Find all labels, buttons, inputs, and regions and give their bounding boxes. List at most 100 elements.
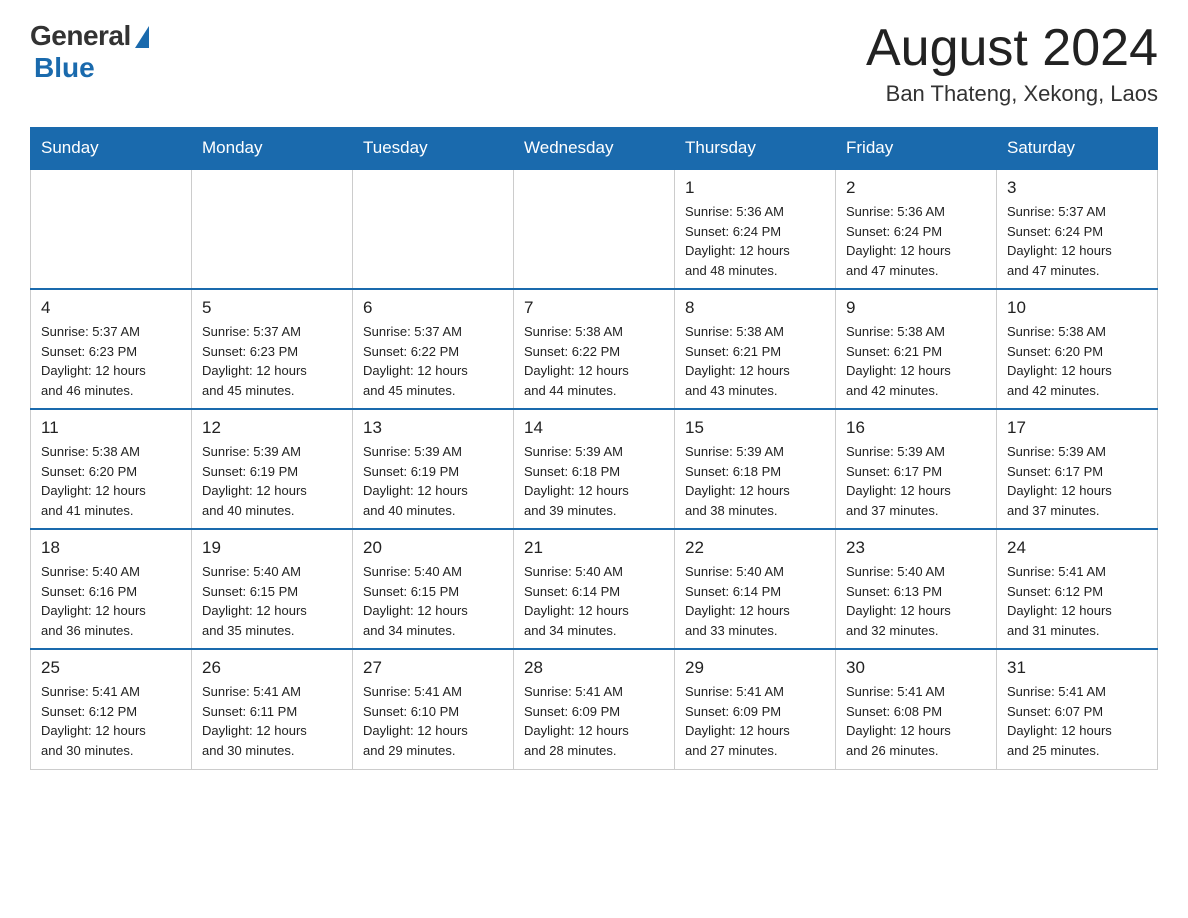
day-info: Sunrise: 5:40 AMSunset: 6:14 PMDaylight:… bbox=[685, 562, 825, 640]
calendar-cell: 27 Sunrise: 5:41 AMSunset: 6:10 PMDayligh… bbox=[353, 649, 514, 769]
calendar-cell: 29 Sunrise: 5:41 AMSunset: 6:09 PMDayligh… bbox=[675, 649, 836, 769]
calendar-cell: 9 Sunrise: 5:38 AMSunset: 6:21 PMDaylight… bbox=[836, 289, 997, 409]
day-info: Sunrise: 5:39 AMSunset: 6:17 PMDaylight:… bbox=[1007, 442, 1147, 520]
day-number: 13 bbox=[363, 418, 503, 438]
calendar-table: SundayMondayTuesdayWednesdayThursdayFrid… bbox=[30, 127, 1158, 770]
day-info: Sunrise: 5:41 AMSunset: 6:09 PMDaylight:… bbox=[685, 682, 825, 760]
calendar-cell: 21Sunrise: 5:40 AMSunset: 6:14 PMDayligh… bbox=[514, 529, 675, 649]
day-number: 18 bbox=[41, 538, 181, 558]
day-number: 1 bbox=[685, 178, 825, 198]
calendar-cell: 8 Sunrise: 5:38 AMSunset: 6:21 PMDaylight… bbox=[675, 289, 836, 409]
calendar-cell: 1 Sunrise: 5:36 AMSunset: 6:24 PMDaylight… bbox=[675, 169, 836, 289]
calendar-cell: 19 Sunrise: 5:40 AMSunset: 6:15 PMDayligh… bbox=[192, 529, 353, 649]
day-info: Sunrise: 5:38 AMSunset: 6:22 PMDaylight:… bbox=[524, 322, 664, 400]
calendar-cell: 18 Sunrise: 5:40 AMSunset: 6:16 PMDayligh… bbox=[31, 529, 192, 649]
calendar-cell: 7 Sunrise: 5:38 AMSunset: 6:22 PMDaylight… bbox=[514, 289, 675, 409]
day-number: 11 bbox=[41, 418, 181, 438]
day-number: 24 bbox=[1007, 538, 1147, 558]
title-area: August 2024 Ban Thateng, Xekong, Laos bbox=[866, 20, 1158, 107]
logo: General Blue bbox=[30, 20, 149, 84]
day-info: Sunrise: 5:41 AMSunset: 6:12 PMDaylight:… bbox=[41, 682, 181, 760]
day-number: 10 bbox=[1007, 298, 1147, 318]
calendar-cell: 20 Sunrise: 5:40 AMSunset: 6:15 PMDayligh… bbox=[353, 529, 514, 649]
day-number: 29 bbox=[685, 658, 825, 678]
day-info: Sunrise: 5:38 AMSunset: 6:21 PMDaylight:… bbox=[846, 322, 986, 400]
calendar-cell: 23 Sunrise: 5:40 AMSunset: 6:13 PMDayligh… bbox=[836, 529, 997, 649]
day-info: Sunrise: 5:40 AMSunset: 6:15 PMDaylight:… bbox=[202, 562, 342, 640]
day-info: Sunrise: 5:38 AMSunset: 6:21 PMDaylight:… bbox=[685, 322, 825, 400]
day-number: 28 bbox=[524, 658, 664, 678]
day-number: 25 bbox=[41, 658, 181, 678]
logo-blue-text: Blue bbox=[34, 52, 95, 84]
day-number: 12 bbox=[202, 418, 342, 438]
calendar-cell: 31 Sunrise: 5:41 AMSunset: 6:07 PMDayligh… bbox=[997, 649, 1158, 769]
calendar-cell: 4Sunrise: 5:37 AMSunset: 6:23 PMDaylight… bbox=[31, 289, 192, 409]
day-info: Sunrise: 5:39 AMSunset: 6:19 PMDaylight:… bbox=[363, 442, 503, 520]
day-header-thursday: Thursday bbox=[675, 128, 836, 170]
day-header-monday: Monday bbox=[192, 128, 353, 170]
calendar-cell: 13 Sunrise: 5:39 AMSunset: 6:19 PMDayligh… bbox=[353, 409, 514, 529]
day-info: Sunrise: 5:40 AMSunset: 6:14 PMDaylight:… bbox=[524, 562, 664, 640]
day-number: 9 bbox=[846, 298, 986, 318]
day-info: Sunrise: 5:41 AMSunset: 6:12 PMDaylight:… bbox=[1007, 562, 1147, 640]
calendar-cell: 28 Sunrise: 5:41 AMSunset: 6:09 PMDayligh… bbox=[514, 649, 675, 769]
calendar-cell bbox=[192, 169, 353, 289]
calendar-cell: 15Sunrise: 5:39 AMSunset: 6:18 PMDayligh… bbox=[675, 409, 836, 529]
day-number: 8 bbox=[685, 298, 825, 318]
day-info: Sunrise: 5:40 AMSunset: 6:15 PMDaylight:… bbox=[363, 562, 503, 640]
day-number: 3 bbox=[1007, 178, 1147, 198]
calendar-cell: 5 Sunrise: 5:37 AMSunset: 6:23 PMDaylight… bbox=[192, 289, 353, 409]
week-row-4: 18 Sunrise: 5:40 AMSunset: 6:16 PMDayligh… bbox=[31, 529, 1158, 649]
day-number: 19 bbox=[202, 538, 342, 558]
calendar-cell: 17Sunrise: 5:39 AMSunset: 6:17 PMDayligh… bbox=[997, 409, 1158, 529]
calendar-cell: 12 Sunrise: 5:39 AMSunset: 6:19 PMDayligh… bbox=[192, 409, 353, 529]
month-title: August 2024 bbox=[866, 20, 1158, 77]
day-header-tuesday: Tuesday bbox=[353, 128, 514, 170]
calendar-cell: 25 Sunrise: 5:41 AMSunset: 6:12 PMDayligh… bbox=[31, 649, 192, 769]
day-number: 5 bbox=[202, 298, 342, 318]
calendar-cell bbox=[514, 169, 675, 289]
day-info: Sunrise: 5:37 AMSunset: 6:23 PMDaylight:… bbox=[202, 322, 342, 400]
day-number: 4 bbox=[41, 298, 181, 318]
day-number: 31 bbox=[1007, 658, 1147, 678]
calendar-cell: 2 Sunrise: 5:36 AMSunset: 6:24 PMDaylight… bbox=[836, 169, 997, 289]
day-info: Sunrise: 5:37 AMSunset: 6:22 PMDaylight:… bbox=[363, 322, 503, 400]
day-number: 7 bbox=[524, 298, 664, 318]
day-info: Sunrise: 5:41 AMSunset: 6:10 PMDaylight:… bbox=[363, 682, 503, 760]
day-info: Sunrise: 5:36 AMSunset: 6:24 PMDaylight:… bbox=[846, 202, 986, 280]
day-number: 22 bbox=[685, 538, 825, 558]
week-row-1: 1 Sunrise: 5:36 AMSunset: 6:24 PMDaylight… bbox=[31, 169, 1158, 289]
day-number: 20 bbox=[363, 538, 503, 558]
week-row-5: 25 Sunrise: 5:41 AMSunset: 6:12 PMDayligh… bbox=[31, 649, 1158, 769]
day-number: 6 bbox=[363, 298, 503, 318]
day-number: 14 bbox=[524, 418, 664, 438]
day-info: Sunrise: 5:40 AMSunset: 6:13 PMDaylight:… bbox=[846, 562, 986, 640]
calendar-cell: 22 Sunrise: 5:40 AMSunset: 6:14 PMDayligh… bbox=[675, 529, 836, 649]
day-info: Sunrise: 5:39 AMSunset: 6:18 PMDaylight:… bbox=[524, 442, 664, 520]
day-info: Sunrise: 5:41 AMSunset: 6:09 PMDaylight:… bbox=[524, 682, 664, 760]
calendar-cell: 3 Sunrise: 5:37 AMSunset: 6:24 PMDaylight… bbox=[997, 169, 1158, 289]
day-info: Sunrise: 5:40 AMSunset: 6:16 PMDaylight:… bbox=[41, 562, 181, 640]
logo-general-text: General bbox=[30, 20, 131, 52]
day-info: Sunrise: 5:37 AMSunset: 6:24 PMDaylight:… bbox=[1007, 202, 1147, 280]
day-number: 16 bbox=[846, 418, 986, 438]
day-header-saturday: Saturday bbox=[997, 128, 1158, 170]
logo-triangle-icon bbox=[135, 26, 149, 48]
calendar-cell: 10Sunrise: 5:38 AMSunset: 6:20 PMDayligh… bbox=[997, 289, 1158, 409]
week-row-3: 11Sunrise: 5:38 AMSunset: 6:20 PMDayligh… bbox=[31, 409, 1158, 529]
day-number: 27 bbox=[363, 658, 503, 678]
day-info: Sunrise: 5:36 AMSunset: 6:24 PMDaylight:… bbox=[685, 202, 825, 280]
calendar-cell bbox=[31, 169, 192, 289]
day-info: Sunrise: 5:39 AMSunset: 6:19 PMDaylight:… bbox=[202, 442, 342, 520]
calendar-cell: 11Sunrise: 5:38 AMSunset: 6:20 PMDayligh… bbox=[31, 409, 192, 529]
day-info: Sunrise: 5:41 AMSunset: 6:11 PMDaylight:… bbox=[202, 682, 342, 760]
calendar-cell: 6 Sunrise: 5:37 AMSunset: 6:22 PMDaylight… bbox=[353, 289, 514, 409]
calendar-cell: 16Sunrise: 5:39 AMSunset: 6:17 PMDayligh… bbox=[836, 409, 997, 529]
page-header: General Blue August 2024 Ban Thateng, Xe… bbox=[30, 20, 1158, 107]
day-info: Sunrise: 5:41 AMSunset: 6:07 PMDaylight:… bbox=[1007, 682, 1147, 760]
day-number: 2 bbox=[846, 178, 986, 198]
day-info: Sunrise: 5:41 AMSunset: 6:08 PMDaylight:… bbox=[846, 682, 986, 760]
day-number: 30 bbox=[846, 658, 986, 678]
day-number: 23 bbox=[846, 538, 986, 558]
day-info: Sunrise: 5:39 AMSunset: 6:18 PMDaylight:… bbox=[685, 442, 825, 520]
